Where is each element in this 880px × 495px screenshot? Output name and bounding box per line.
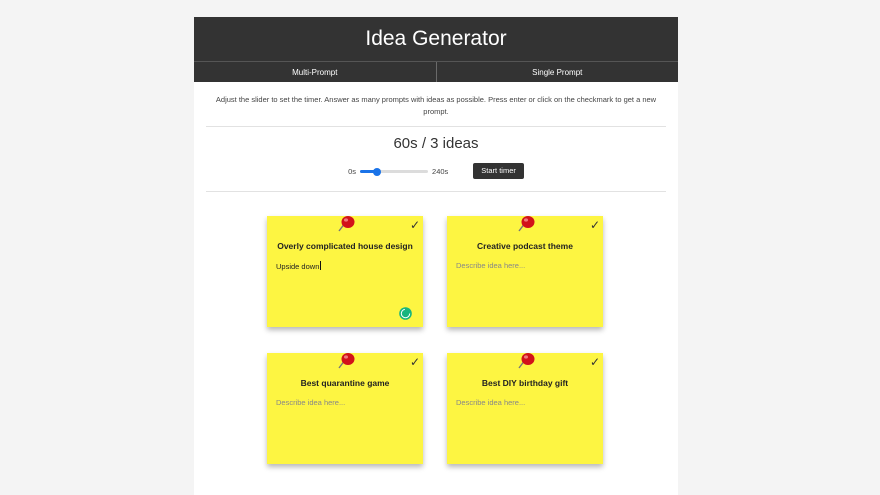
pushpin-icon (518, 353, 535, 369)
text-caret (320, 261, 322, 270)
app-header: Idea Generator (194, 17, 678, 61)
card-prompt-title: Creative podcast theme (477, 241, 573, 251)
idea-card: ✓ Best DIY birthday gift Describe idea h… (447, 353, 603, 464)
timer-controls: 0s 240s Start timer (194, 163, 678, 179)
idea-input[interactable]: Upside down (276, 261, 322, 271)
checkmark-icon[interactable]: ✓ (590, 355, 600, 369)
pushpin-icon (518, 216, 535, 232)
checkmark-icon[interactable]: ✓ (590, 218, 600, 232)
tab-multi-prompt[interactable]: Multi-Prompt (194, 62, 436, 82)
mode-tabs: Multi-Prompt Single Prompt (194, 61, 678, 82)
loading-spinner-icon (399, 307, 412, 320)
timer-idea-counter: 60s / 3 ideas (393, 135, 479, 152)
checkmark-icon[interactable]: ✓ (410, 355, 420, 369)
section-divider (206, 191, 666, 192)
pushpin-icon (338, 216, 355, 232)
slider-min-label: 0s (348, 166, 357, 176)
idea-input-value: Upside down (276, 262, 320, 271)
idea-card: ✓ Best quarantine game Describe idea her… (267, 353, 423, 464)
idea-input[interactable]: Describe idea here... (276, 398, 345, 407)
tab-single-prompt[interactable]: Single Prompt (435, 62, 679, 82)
slider-max-label: 240s (432, 166, 449, 176)
page-title: Idea Generator (365, 27, 507, 50)
instructions-text: Adjust the slider to set the timer. Answ… (206, 94, 666, 127)
timer-slider[interactable] (360, 166, 429, 176)
slider-thumb[interactable] (373, 167, 382, 176)
idea-input[interactable]: Describe idea here... (456, 398, 525, 407)
idea-input[interactable]: Describe idea here... (456, 261, 525, 270)
pushpin-icon (338, 353, 355, 369)
start-timer-button[interactable]: Start timer (473, 163, 524, 179)
idea-card: ✓ Overly complicated house design Upside… (267, 216, 423, 327)
card-prompt-title: Best DIY birthday gift (481, 378, 569, 388)
card-prompt-title: Best quarantine game (300, 378, 390, 388)
checkmark-icon[interactable]: ✓ (410, 218, 420, 232)
card-prompt-title: Overly complicated house design (277, 241, 413, 251)
idea-card: ✓ Creative podcast theme Describe idea h… (447, 216, 603, 327)
